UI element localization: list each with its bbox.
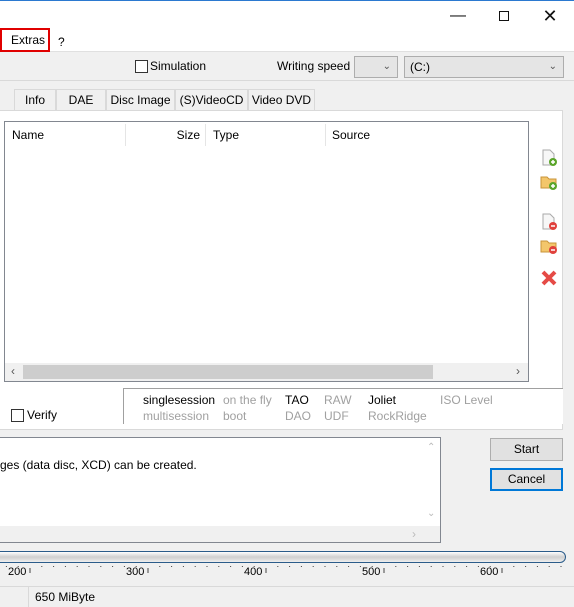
add-file-icon[interactable] [540,149,558,167]
column-size[interactable]: Size [126,124,206,146]
column-name[interactable]: Name [5,124,126,146]
start-button[interactable]: Start [490,438,563,461]
option-rockridge: RockRidge [368,409,427,423]
log-box[interactable]: ges (data disc, XCD) can be created. ⌃ ⌄… [0,437,441,543]
file-list[interactable]: Name Size Type Source ‹ › [4,121,529,382]
status-bar: 650 MiByte [0,586,574,607]
ruler-label: 500 [362,566,381,578]
scroll-right-icon[interactable]: › [516,364,520,378]
tab-svideocd[interactable]: (S)VideoCD [175,89,248,111]
tab-video-dvd[interactable]: Video DVD [248,89,315,111]
scrollbar-thumb[interactable] [23,365,433,379]
capacity-text: 650 MiByte [35,590,96,604]
menu-help[interactable]: ? [52,33,71,51]
disc-options-box: singlesession on the fly TAO RAW Joliet … [123,388,563,424]
writing-speed-label: Writing speed [277,59,351,73]
menu-bar: Extras ? [0,28,574,52]
scroll-left-icon[interactable]: ‹ [11,364,15,378]
close-button[interactable]: ✕ [527,1,573,31]
tab-dae[interactable]: DAE [56,89,106,111]
ruler-label: 600 [480,566,499,578]
tab-disc-image[interactable]: Disc Image [106,89,175,111]
drive-select[interactable]: (C:) ⌄ [404,56,564,78]
drive-value: (C:) [410,60,430,74]
ruler-label: 400 [244,566,263,578]
ruler-label: 200 [8,566,27,578]
scroll-down-icon[interactable]: ⌄ [427,508,435,519]
log-horizontal-scrollbar[interactable]: › [0,526,440,542]
horizontal-scrollbar[interactable]: ‹ › [5,363,528,381]
cancel-button[interactable]: Cancel [490,468,563,491]
scroll-up-icon[interactable]: ⌃ [427,442,435,453]
remove-file-icon[interactable] [540,213,558,231]
minimize-button[interactable]: — [435,1,481,31]
capacity-bar [0,551,566,563]
chevron-down-icon: ⌄ [548,61,557,72]
option-iso-level: ISO Level [440,393,493,407]
add-folder-icon[interactable] [540,173,558,191]
option-multisession: multisession [143,409,210,423]
ruler-label: 300 [126,566,145,578]
toolbar: Simulation Writing speed ⌄ (C:) ⌄ [0,53,574,81]
verify-label: Verify [27,408,58,422]
option-boot: boot [223,409,247,423]
option-dao: DAO [285,409,312,423]
writing-speed-select[interactable]: ⌄ [354,56,398,78]
simulation-label: Simulation [150,59,207,73]
verify-checkbox[interactable] [11,409,24,422]
remove-folder-icon[interactable] [540,237,558,255]
maximize-button[interactable] [481,1,527,31]
option-singlesession: singlesession [143,393,216,407]
option-on-the-fly: on the fly [223,393,272,407]
option-raw: RAW [324,393,352,407]
option-udf: UDF [324,409,349,423]
column-source[interactable]: Source [326,124,528,146]
vertical-scrollbar[interactable]: ⌃ ⌄ [424,438,440,526]
scroll-right-icon[interactable]: › [412,527,416,541]
menu-extras[interactable]: Extras [0,28,50,52]
tab-info[interactable]: Info [14,89,56,111]
option-joliet: Joliet [368,393,397,407]
log-text: ges (data disc, XCD) can be created. [0,458,197,472]
chevron-down-icon: ⌄ [382,61,391,72]
status-divider [28,587,29,607]
simulation-checkbox[interactable] [135,60,148,73]
option-tao: TAO [285,393,309,407]
clear-list-icon[interactable] [540,269,558,287]
column-type[interactable]: Type [206,124,326,146]
title-bar: — ✕ [0,0,574,30]
